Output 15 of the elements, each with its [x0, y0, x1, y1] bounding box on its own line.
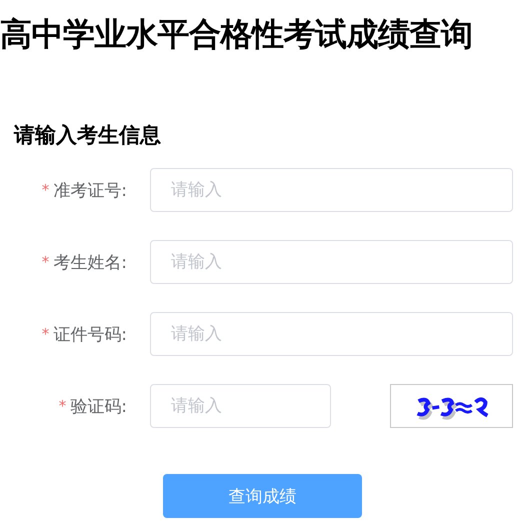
field-label: 证件号码:: [53, 324, 127, 346]
input-field[interactable]: 请输入: [150, 168, 513, 212]
input-field[interactable]: 请输入: [150, 240, 513, 284]
input-field[interactable]: 请输入: [150, 384, 331, 428]
input-field[interactable]: 请输入: [150, 312, 513, 356]
field-label: 验证码:: [70, 396, 127, 418]
page-title: 高中学业水平合格性考试成绩查询: [0, 14, 474, 54]
section-heading: 请输入考生信息: [12, 122, 162, 149]
required-asterisk: *: [42, 181, 50, 199]
required-asterisk: *: [58, 397, 66, 415]
required-asterisk: *: [42, 253, 50, 271]
field-label: 考生姓名:: [53, 252, 127, 274]
field-label: 准考证号:: [53, 180, 127, 202]
submit-button[interactable]: 查询成绩: [163, 474, 362, 518]
required-asterisk: *: [42, 325, 50, 343]
